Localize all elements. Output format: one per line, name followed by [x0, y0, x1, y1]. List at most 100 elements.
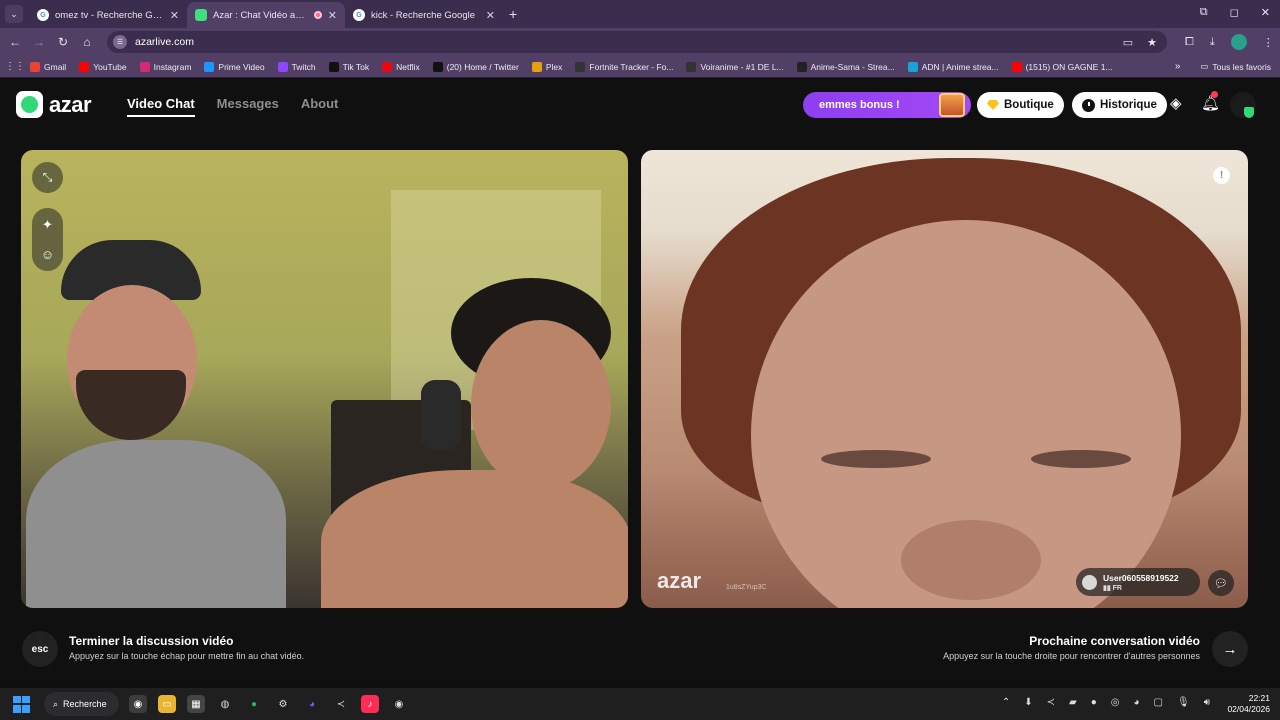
back-icon[interactable]: ←	[3, 35, 27, 49]
azar-watermark: azar	[657, 568, 702, 593]
spotify-icon[interactable]: ●	[245, 695, 263, 713]
capcut-icon[interactable]: ≺	[332, 695, 350, 713]
next-chat-arrow-icon[interactable]: →	[1212, 631, 1248, 667]
remote-eye-left	[821, 450, 931, 468]
taskbar-clock[interactable]: 22:21 02/04/2026	[1227, 693, 1270, 715]
bookmark-item[interactable]: Prime Video	[204, 61, 265, 72]
azar-favicon-icon	[195, 9, 207, 21]
site-info-icon[interactable]: ☰	[113, 35, 127, 49]
close-window-icon[interactable]: ✕	[1261, 6, 1270, 19]
gem-icon	[987, 100, 999, 110]
taskbar-apps: ◉ ▭ ▦ ◍ ● ⚙ ◕ ≺ ♪ ◉	[129, 695, 408, 713]
bookmark-item[interactable]: Plex	[531, 61, 562, 72]
profile-avatar[interactable]	[1230, 34, 1247, 50]
new-tab-icon[interactable]: +	[509, 6, 517, 22]
tab-omez[interactable]: G omez tv - Recherche Google ✕	[29, 2, 187, 28]
bookmark-item[interactable]: Gmail	[30, 61, 66, 72]
bonus-banner[interactable]: emmes bonus !	[803, 92, 971, 118]
close-tab-icon[interactable]: ✕	[486, 9, 495, 22]
remote-username: User060558919522	[1103, 572, 1179, 583]
tray-expand-icon[interactable]: ⌃	[1002, 697, 1010, 708]
more-bookmarks-icon[interactable]: »	[1175, 61, 1181, 72]
bookmark-star-icon[interactable]: ★	[1147, 36, 1157, 49]
extensions-icon[interactable]: ⧠	[1185, 36, 1194, 49]
end-chat-button[interactable]: esc	[22, 631, 58, 667]
bookmark-item[interactable]: Netflix	[382, 61, 420, 72]
treasure-chest-icon	[939, 93, 965, 117]
remote-nose	[901, 520, 1041, 600]
chat-bubble-icon[interactable]: 💬︎	[1208, 570, 1234, 596]
store-icon[interactable]: ▦	[187, 695, 205, 713]
maximize-icon[interactable]: ◻	[1230, 6, 1239, 19]
tab-search-menu-icon[interactable]: ⌄	[5, 5, 23, 23]
more-menu-icon[interactable]: ⋮	[1263, 36, 1274, 49]
apps-grid-icon[interactable]: ⋮⋮	[0, 61, 30, 72]
microphone-icon[interactable]: 🎙︎	[1177, 697, 1190, 708]
volume-icon[interactable]: 🔊︎	[1204, 697, 1210, 708]
tray-app-icon[interactable]: ⬇	[1024, 697, 1032, 708]
close-tab-icon[interactable]: ✕	[170, 9, 179, 22]
minimize-view-icon[interactable]: ⤡	[32, 162, 63, 193]
bookmark-item[interactable]: Anime-Sama - Strea...	[796, 61, 895, 72]
nav-about[interactable]: About	[301, 96, 339, 117]
folder-icon: ▭	[1200, 61, 1209, 71]
all-bookmarks[interactable]: ▭ Tous les favoris	[1200, 61, 1271, 72]
bookmark-item[interactable]: Twitch	[277, 61, 316, 72]
bookmark-item[interactable]: Fortnite Tracker - Fo...	[575, 61, 673, 72]
bookmark-item[interactable]: (20) Home / Twitter	[432, 61, 519, 72]
tray-app-icon[interactable]: ▰	[1069, 697, 1077, 708]
file-explorer-icon[interactable]: ▭	[158, 695, 176, 713]
taskbar-search[interactable]: ⌕ Recherche	[44, 692, 119, 716]
gem-shop-icon[interactable]: ◈	[1170, 94, 1182, 112]
shop-button[interactable]: Boutique	[977, 92, 1064, 118]
nav-messages[interactable]: Messages	[217, 96, 279, 117]
azar-logo[interactable]: azar	[16, 91, 92, 118]
bookmark-item[interactable]: (1515) ON GAGNE 1...	[1011, 61, 1113, 72]
close-tab-icon[interactable]: ✕	[328, 9, 337, 22]
restore-icon[interactable]: ⧉	[1200, 6, 1208, 19]
end-chat-hint: Appuyez sur la touche échap pour mettre …	[69, 651, 305, 661]
next-chat-hint: Appuyez sur la touche droite pour rencon…	[943, 651, 1200, 661]
window-controls: ⧉ ◻ ✕	[1200, 6, 1270, 19]
forward-icon[interactable]: →	[27, 35, 51, 49]
home-icon[interactable]: ⌂	[75, 35, 99, 49]
person-body-2	[321, 470, 628, 608]
bookmark-item[interactable]: YouTube	[79, 61, 127, 72]
chrome-profile-icon[interactable]: ◉	[390, 695, 408, 713]
bookmark-item[interactable]: Instagram	[139, 61, 191, 72]
magic-wand-icon[interactable]: ✦	[42, 217, 53, 233]
cast-icon[interactable]: ▭	[1123, 36, 1133, 49]
tray-app-icon[interactable]: ▢	[1154, 697, 1163, 708]
effects-toolbar: ✦ ☺	[32, 208, 63, 271]
bookmarks-bar: ⋮⋮ Gmail YouTube Instagram Prime Video T…	[0, 56, 1280, 78]
steam-icon[interactable]: ⚙	[274, 695, 292, 713]
face-filter-icon[interactable]: ☺	[41, 247, 54, 262]
reload-icon[interactable]: ↻	[51, 35, 75, 49]
report-icon[interactable]: !	[1213, 167, 1230, 184]
azar-page: azar Video Chat Messages About emmes bon…	[0, 79, 1280, 687]
tab-title: kick - Recherche Google	[371, 9, 476, 21]
tray-app-icon[interactable]: ◎	[1111, 697, 1120, 708]
chrome-icon[interactable]: ◉	[129, 695, 147, 713]
tray-spotify-icon[interactable]: ●	[1091, 697, 1097, 708]
nav-video-chat[interactable]: Video Chat	[127, 96, 195, 117]
bookmark-item[interactable]: ADN | Anime strea...	[907, 61, 999, 72]
tray-app-icon[interactable]: ≺	[1047, 697, 1055, 708]
tab-kick[interactable]: G kick - Recherche Google ✕	[345, 2, 503, 28]
tab-azar[interactable]: Azar : Chat Vidéo avec de n ✕	[187, 2, 345, 28]
tiktok-icon[interactable]: ♪	[361, 695, 379, 713]
download-icon[interactable]: ⤓	[1210, 36, 1215, 49]
obs-icon[interactable]: ◍	[216, 695, 234, 713]
start-windows-icon[interactable]	[13, 695, 30, 713]
history-button[interactable]: Historique	[1072, 92, 1167, 118]
person-body-1	[26, 440, 286, 608]
tray-discord-icon[interactable]: ◕	[1133, 697, 1139, 708]
bookmark-item[interactable]: Voiranime - #1 DE L...	[686, 61, 784, 72]
bookmark-item[interactable]: Tik Tok	[328, 61, 369, 72]
remote-user-chip[interactable]: User060558919522 ▮▮ FR	[1076, 568, 1200, 596]
discord-icon[interactable]: ◕	[303, 695, 321, 713]
beard	[76, 370, 186, 440]
next-chat-title: Prochaine conversation vidéo	[1029, 634, 1200, 648]
address-bar[interactable]: ☰ azarlive.com ▭ ★	[107, 31, 1167, 53]
local-video: ⤡ ✦ ☺	[21, 150, 628, 608]
